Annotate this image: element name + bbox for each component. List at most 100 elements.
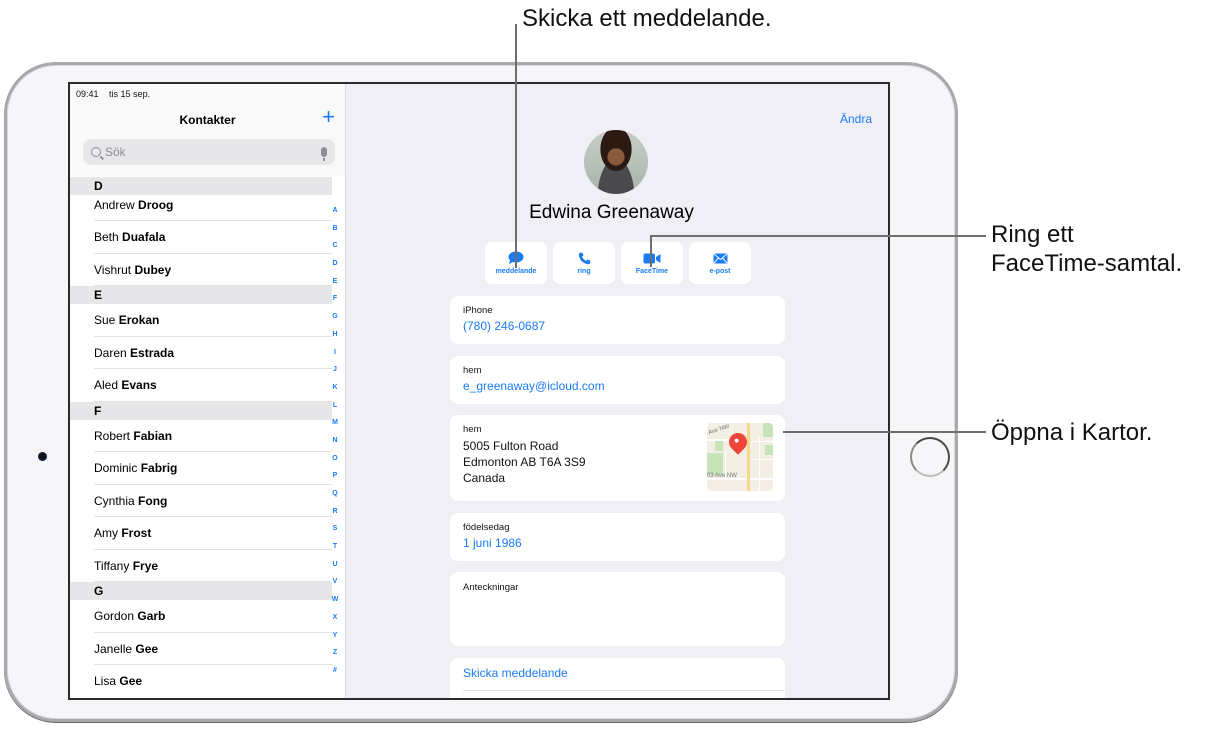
contact-first-name: Aled	[94, 378, 119, 392]
index-letter[interactable]: T	[333, 538, 337, 556]
call-button[interactable]: ring	[553, 242, 615, 284]
search-field[interactable]	[83, 139, 335, 165]
callout-facetime-line-1: Ring ett	[991, 221, 1074, 248]
microphone-icon[interactable]	[321, 147, 327, 161]
section-header: D	[70, 177, 332, 195]
contact-last-name: Estrada	[130, 345, 175, 360]
contact-list-item[interactable]: Daren Estrada	[70, 337, 332, 370]
index-letter[interactable]: M	[332, 414, 338, 432]
video-camera-icon	[643, 253, 661, 263]
contact-list-item[interactable]: Andrew Droog	[70, 195, 332, 221]
section-header: E	[70, 286, 332, 304]
contact-list-item[interactable]: Cynthia Fong	[70, 485, 332, 518]
facetime-button-label: FaceTime	[635, 268, 669, 275]
facetime-button[interactable]: FaceTime	[621, 242, 683, 284]
index-letter[interactable]: Q	[332, 485, 337, 503]
index-letter[interactable]: F	[333, 290, 337, 308]
map-thumbnail[interactable]: Ave NW 03 Ave NW	[707, 423, 773, 491]
index-letter[interactable]: U	[332, 556, 337, 574]
index-letter[interactable]: B	[332, 220, 337, 238]
index-letter[interactable]: V	[333, 573, 338, 591]
index-letter[interactable]: G	[332, 308, 337, 326]
edit-button[interactable]: Ändra	[840, 112, 872, 126]
contact-list-item[interactable]: Tiffany Frye	[70, 550, 332, 583]
send-message-link[interactable]: Skicka meddelande	[463, 666, 772, 680]
index-letter[interactable]: A	[332, 202, 337, 220]
message-button-label: meddelande	[495, 268, 537, 275]
section-header: G	[70, 582, 332, 600]
contact-last-name: Fabrig	[140, 461, 178, 475]
contact-first-name: Beth	[94, 230, 119, 244]
index-letter[interactable]: P	[333, 467, 338, 485]
birthday-value[interactable]: 1 juni 1986	[463, 536, 772, 550]
index-letter[interactable]: K	[332, 379, 337, 397]
contact-last-name: Evans	[121, 378, 157, 392]
index-letter[interactable]: I	[334, 344, 336, 362]
contact-list-item[interactable]: Aled Evans	[70, 369, 332, 402]
contact-last-name: Fabian	[133, 428, 173, 443]
callout-facetime: Ring ett FaceTime-samtal.	[991, 220, 1182, 278]
email-link[interactable]: e_greenaway@icloud.com	[463, 379, 772, 393]
contacts-list-pane: Kontakter + DAndrew DroogBeth DuafalaVis…	[70, 84, 346, 698]
contact-list-item[interactable]: Janelle Gee	[70, 633, 332, 666]
map-street-label-top: Ave NW	[707, 423, 731, 437]
contact-first-name: Dominic	[94, 461, 138, 475]
birthday-card: födelsedag 1 juni 1986	[450, 513, 785, 561]
contact-list-item[interactable]: Beth Duafala	[70, 221, 332, 254]
index-letter[interactable]: R	[332, 503, 337, 521]
actions-card: Skicka meddelande	[450, 658, 785, 698]
contact-list-item[interactable]: Lisa Gee	[70, 665, 332, 698]
index-letter[interactable]: Z	[333, 644, 337, 662]
contact-last-name: Frye	[132, 558, 159, 573]
index-letter[interactable]: J	[333, 361, 337, 379]
home-button[interactable]	[910, 437, 950, 477]
contact-list-item[interactable]: Gordon Garb	[70, 600, 332, 633]
notes-card[interactable]: Anteckningar	[450, 572, 785, 646]
email-button[interactable]: e-post	[689, 242, 751, 284]
contact-first-name: Vishrut	[94, 262, 132, 277]
divider	[463, 690, 785, 691]
index-letter[interactable]: S	[333, 520, 338, 538]
index-letter[interactable]: H	[332, 326, 337, 344]
index-letter[interactable]: L	[333, 397, 337, 415]
screen: Kontakter + DAndrew DroogBeth DuafalaVis…	[68, 82, 890, 700]
contact-list-item[interactable]: Robert Fabian	[70, 420, 332, 453]
index-letter[interactable]: E	[333, 273, 338, 291]
contact-first-name: Daren	[94, 345, 127, 360]
contact-list-item[interactable]: Sue Erokan	[70, 304, 332, 337]
index-letter[interactable]: O	[332, 450, 337, 468]
add-contact-button[interactable]: +	[322, 106, 335, 128]
page-title: Kontakter	[179, 113, 236, 127]
contact-name: Edwina Greenaway	[529, 202, 694, 223]
contact-list-item[interactable]: Dominic Fabrig	[70, 452, 332, 485]
index-letter[interactable]: Y	[333, 627, 338, 645]
phone-number-link[interactable]: (780) 246-0687	[463, 319, 772, 333]
contact-last-name: Droog	[138, 198, 174, 212]
index-letter[interactable]: N	[332, 432, 337, 450]
notes-label: Anteckningar	[463, 582, 519, 593]
envelope-icon	[712, 252, 728, 264]
phone-label: iPhone	[463, 305, 493, 316]
index-letter[interactable]: W	[332, 591, 339, 609]
contact-list-item[interactable]: Vishrut Dubey	[70, 254, 332, 287]
contact-last-name: Gee	[119, 674, 143, 688]
index-letter[interactable]: X	[333, 609, 338, 627]
index-letter[interactable]: C	[332, 237, 337, 255]
section-index-bar[interactable]: A B C D E F G H I J K L M N O P Q R S T U V W X Y Z #	[328, 202, 342, 680]
email-label: hem	[463, 365, 482, 376]
callout-line-facetime	[650, 235, 986, 237]
contact-list-item[interactable]: Amy Frost	[70, 517, 332, 550]
index-letter[interactable]: D	[332, 255, 337, 273]
search-input[interactable]	[105, 145, 321, 159]
phone-icon	[578, 252, 590, 264]
callout-maps: Öppna i Kartor.	[991, 419, 1153, 446]
address-card[interactable]: hem 5005 Fulton Road Edmonton AB T6A 3S9…	[450, 415, 785, 501]
action-buttons: meddelande ring FaceTime e-post	[485, 242, 751, 284]
map-street-label-bottom: 03 Ave NW	[707, 473, 737, 479]
contact-first-name: Lisa	[94, 674, 117, 688]
index-letter[interactable]: #	[333, 662, 337, 680]
contact-first-name: Tiffany	[94, 558, 130, 573]
callout-line-message	[515, 24, 517, 268]
callout-facetime-line-2: FaceTime-samtal.	[991, 250, 1183, 277]
email-button-label: e-post	[709, 268, 731, 275]
